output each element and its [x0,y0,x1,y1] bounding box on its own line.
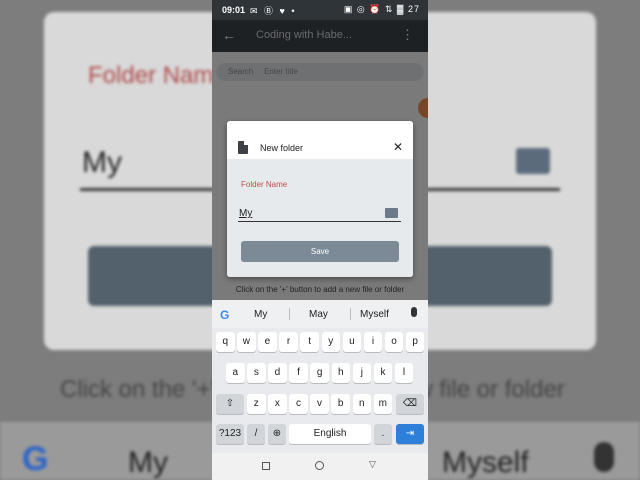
key-v[interactable]: v [310,394,329,414]
suggestion-item[interactable]: Myself [360,309,389,320]
status-time: 09:01 [222,5,246,15]
key-t[interactable]: t [300,332,319,352]
background-folder-label: Folder Name [88,62,227,89]
key-k[interactable]: k [373,363,393,383]
key-y[interactable]: y [321,332,340,352]
space-key[interactable]: English [289,424,371,444]
background-mic-icon [594,442,614,472]
shift-key[interactable]: ⇧ [216,394,244,414]
key-f[interactable]: f [289,363,308,383]
nav-back-icon[interactable]: ▽ [369,459,376,470]
dialog-body: Folder Name My Save [227,159,413,277]
key-a[interactable]: a [226,363,245,383]
key-h[interactable]: h [331,363,350,383]
dialog-header: New folder ✕ [227,121,413,159]
suggestion-strip: G My May Myself [212,300,428,328]
recents-icon[interactable] [262,462,270,470]
key-z[interactable]: z [247,394,266,414]
background-folder-icon [516,148,550,174]
document-icon [238,141,248,154]
key-o[interactable]: o [384,332,404,352]
background-input-text: My [82,146,122,179]
key-r[interactable]: r [279,332,298,352]
google-icon[interactable]: G [220,308,229,322]
backspace-key[interactable]: ⌫ [396,394,424,414]
suggestion-divider [350,308,351,320]
symbols-key[interactable]: ?123 [216,424,244,444]
key-i[interactable]: i [363,332,383,352]
phone-screen: 09:01 ✉ Ⓑ ♥ • ▣ ◎ ⏰ ⇅ ▓ 27 ← Coding with… [212,0,428,480]
suggestion-divider [289,308,290,320]
suggestion-item[interactable]: May [309,309,328,320]
background-google-icon: G [22,440,49,478]
background-suggestion: My [128,446,168,479]
system-nav-bar: ▽ [212,453,428,480]
key-d[interactable]: d [268,363,287,383]
keyboard: G My May Myself q w e r t y u i o p a s d f g h j k l ⇧ z x c v… [212,300,428,453]
dialog-title: New folder [260,143,304,153]
key-w[interactable]: w [237,332,256,352]
key-u[interactable]: u [342,332,362,352]
key-b[interactable]: b [331,394,350,414]
key-n[interactable]: n [352,394,371,414]
folder-name-field[interactable]: My [238,205,401,222]
key-e[interactable]: e [258,332,277,352]
folder-name-value[interactable]: My [239,208,252,219]
key-j[interactable]: j [352,363,372,383]
new-folder-dialog: New folder ✕ Folder Name My Save [227,121,413,277]
folder-name-label: Folder Name [241,180,288,189]
key-m[interactable]: m [373,394,393,414]
key-x[interactable]: x [268,394,287,414]
period-key[interactable]: . [374,424,392,444]
globe-key[interactable]: ⊕ [268,424,286,444]
key-p[interactable]: p [405,332,425,352]
folder-icon[interactable] [385,208,398,218]
suggestion-item[interactable]: My [254,309,267,320]
background-suggestion: Myself [442,446,529,479]
save-button[interactable]: Save [241,241,399,262]
close-icon[interactable]: ✕ [393,140,403,154]
system-status-icons: ▣ ◎ ⏰ ⇅ ▓ 27 [343,4,420,14]
home-icon[interactable] [315,461,324,470]
slash-key[interactable]: / [247,424,265,444]
key-l[interactable]: l [394,363,414,383]
key-s[interactable]: s [247,363,266,383]
enter-key[interactable]: ⇥ [396,424,424,444]
key-q[interactable]: q [216,332,235,352]
notification-icons: ✉ Ⓑ ♥ • [250,6,297,16]
key-g[interactable]: g [310,363,329,383]
mic-icon[interactable] [411,307,417,317]
status-bar: 09:01 ✉ Ⓑ ♥ • ▣ ◎ ⏰ ⇅ ▓ 27 [212,0,428,20]
key-c[interactable]: c [289,394,308,414]
